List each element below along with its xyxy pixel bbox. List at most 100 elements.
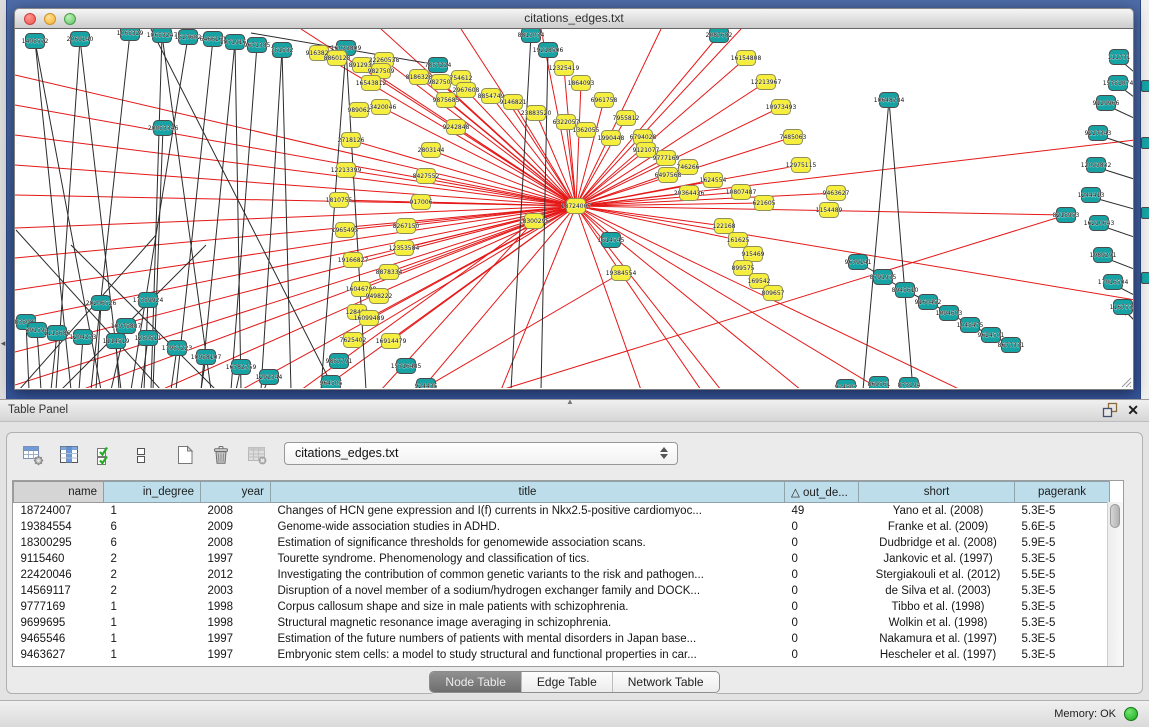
table-cell[interactable]: 0 (785, 519, 859, 535)
graph-node[interactable]: 989062 (348, 103, 371, 118)
graph-node[interactable]: 1405572 (22, 34, 49, 49)
close-panel-icon[interactable]: ✕ (1127, 402, 1139, 418)
graph-node[interactable]: 621605 (753, 196, 776, 211)
table-cell[interactable]: 5.3E-5 (1015, 631, 1110, 647)
graph-node[interactable]: 751532 (271, 43, 294, 58)
graph-node[interactable]: 12325419 (549, 61, 580, 76)
table-cell[interactable]: 1 (104, 631, 201, 647)
table-cell[interactable]: 5.3E-5 (1015, 551, 1110, 567)
graph-node[interactable]: 1292344 (256, 370, 283, 385)
graph-edge[interactable] (282, 50, 291, 388)
table-cell[interactable]: Genome-wide association studies in ADHD. (271, 519, 785, 535)
table-cell[interactable]: Corpus callosum shape and size in male p… (271, 599, 785, 615)
table-cell[interactable]: 5.3E-5 (1015, 647, 1110, 663)
table-cell[interactable]: 49 (785, 503, 859, 520)
table-cell[interactable]: 0 (785, 551, 859, 567)
column-header[interactable]: △ out_de... (785, 482, 859, 503)
graph-node[interactable]: 9242848 (443, 120, 470, 135)
table-cell[interactable]: 1998 (201, 599, 271, 615)
table-row[interactable]: 1830029562008Estimation of significance … (14, 535, 1110, 551)
table-cell[interactable]: 2008 (201, 535, 271, 551)
graph-node[interactable]: 12213967 (751, 75, 782, 90)
table-cell[interactable]: 5.3E-5 (1015, 503, 1110, 520)
table-cell[interactable]: 18724007 (14, 503, 104, 520)
graph-node[interactable]: 10648784 (874, 93, 905, 108)
graph-node[interactable]: 161625 (727, 233, 750, 248)
graph-node[interactable]: 1527602 (175, 30, 202, 45)
graph-node[interactable]: 7625402 (340, 333, 367, 348)
graph-edge[interactable] (15, 135, 576, 206)
tab-network-table[interactable]: Network Table (612, 672, 719, 692)
graph-node[interactable]: 873194 (898, 378, 921, 389)
table-cell[interactable]: 0 (785, 583, 859, 599)
table-cell[interactable]: 0 (785, 647, 859, 663)
graph-edge[interactable] (863, 100, 889, 388)
table-cell[interactable]: 9699695 (14, 615, 104, 631)
table-row[interactable]: 1872400712008Changes of HCN gene express… (14, 503, 1110, 520)
graph-edge[interactable] (231, 45, 257, 388)
graph-edge[interactable] (151, 29, 331, 383)
graph-node[interactable]: 16154808 (731, 51, 762, 66)
graph-node[interactable]: 9227343 (1085, 126, 1112, 141)
graph-node[interactable]: 8215953 (1053, 208, 1080, 223)
graph-node[interactable]: 1514545 (598, 233, 625, 248)
vertical-scrollbar[interactable] (1107, 502, 1123, 666)
graph-node[interactable]: 8427552 (413, 169, 440, 184)
graph-node[interactable]: 964505 (320, 376, 343, 389)
table-cell[interactable]: 14569117 (14, 583, 104, 599)
graph-node[interactable]: 2967608 (453, 83, 480, 98)
graph-node[interactable]: 1115686 (44, 326, 71, 341)
graph-node[interactable]: 1989291 (1090, 248, 1117, 263)
graph-node[interactable]: 15751074 (1103, 76, 1133, 91)
table-cell[interactable]: Stergiakouli et al. (2012) (859, 567, 1015, 583)
graph-node[interactable]: 1362055 (573, 123, 600, 138)
column-selector-icon[interactable] (57, 443, 81, 467)
graph-node[interactable]: 15716485 (391, 359, 422, 374)
graph-node[interactable]: 2069140 (67, 32, 94, 47)
graph-node[interactable]: 9463627 (823, 186, 850, 201)
graph-node[interactable]: 1250511 (135, 331, 162, 346)
minimize-window-button[interactable] (44, 13, 56, 25)
table-row[interactable]: 969969511998Structural magnetic resonanc… (14, 615, 1110, 631)
graph-node[interactable]: 10653247 (147, 29, 178, 43)
table-cell[interactable]: Franke et al. (2009) (859, 519, 1015, 535)
column-header[interactable]: pagerank (1015, 482, 1110, 503)
graph-node[interactable]: 1810755 (326, 193, 353, 208)
graph-edge[interactable] (353, 206, 576, 260)
close-window-button[interactable] (24, 13, 36, 25)
graph-node[interactable]: 1167533 (1110, 300, 1133, 315)
table-cell[interactable]: 1997 (201, 551, 271, 567)
table-cell[interactable]: Changes of HCN gene expression and I(f) … (271, 503, 785, 520)
graph-node[interactable]: 8813034 (518, 29, 545, 43)
table-cell[interactable]: 5.3E-5 (1015, 599, 1110, 615)
graph-node[interactable]: 1624554 (700, 173, 727, 188)
table-cell[interactable]: 2012 (201, 567, 271, 583)
column-header[interactable]: short (859, 482, 1015, 503)
new-file-icon[interactable] (173, 443, 197, 467)
graph-node[interactable]: 1204273 (70, 330, 97, 345)
graph-node[interactable]: 12975115 (786, 158, 817, 173)
table-cell[interactable]: 5.3E-5 (1015, 615, 1110, 631)
table-cell[interactable]: Dudbridge et al. (2008) (859, 535, 1015, 551)
graph-node[interactable]: 809657 (762, 286, 785, 301)
table-cell[interactable]: 5.6E-5 (1015, 519, 1110, 535)
table-cell[interactable]: de Silva et al. (2003) (859, 583, 1015, 599)
table-cell[interactable]: Estimation of the future numbers of pati… (271, 631, 785, 647)
graph-node[interactable]: 1965493 (332, 223, 359, 238)
table-cell[interactable]: 2008 (201, 503, 271, 520)
graph-node[interactable]: 8677331 (998, 338, 1025, 353)
table-cell[interactable]: 0 (785, 599, 859, 615)
delete-table-icon[interactable] (209, 443, 233, 467)
graph-node[interactable]: 111731 (1108, 50, 1131, 65)
table-cell[interactable]: Yano et al. (2008) (859, 503, 1015, 520)
table-cell[interactable]: Disruption of a novel member of a sodium… (271, 583, 785, 599)
graph-node[interactable]: 6961758 (591, 93, 618, 108)
table-cell[interactable]: 2 (104, 583, 201, 599)
graph-node[interactable]: 917006 (410, 195, 433, 210)
column-header[interactable]: year (201, 482, 271, 503)
graph-node[interactable]: 19166827 (338, 253, 369, 268)
table-cell[interactable]: 2003 (201, 583, 271, 599)
graph-edge[interactable] (889, 100, 913, 388)
citation-network-graph[interactable]: 1405572206914010653291065324715276026466… (15, 29, 1133, 388)
graph-edge[interactable] (576, 206, 724, 226)
